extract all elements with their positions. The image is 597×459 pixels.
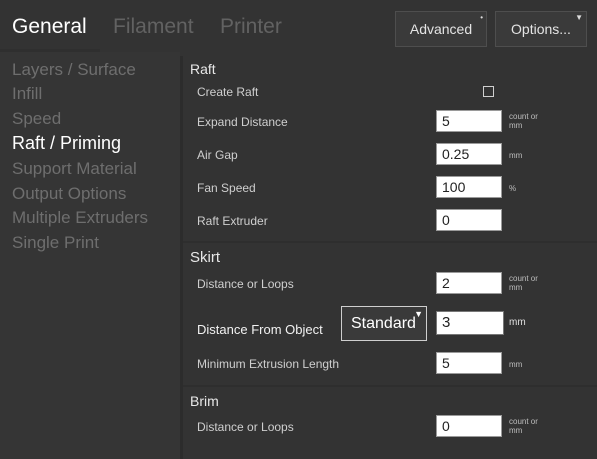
sidebar-item-infill[interactable]: Infill bbox=[12, 84, 42, 104]
distance-mode-value: Standard bbox=[351, 314, 416, 332]
brim-distance-loops-field[interactable]: 0 bbox=[436, 415, 502, 437]
expand-distance-label: Expand Distance bbox=[197, 115, 288, 129]
skirt-distance-loops-unit: count or mm bbox=[509, 274, 538, 292]
sidebar-item-raft-priming[interactable]: Raft / Priming bbox=[12, 133, 121, 154]
dropdown-indicator-icon: ▼ bbox=[575, 13, 583, 22]
section-divider-skirt bbox=[183, 241, 597, 243]
sidebar-item-output-options[interactable]: Output Options bbox=[12, 184, 126, 204]
air-gap-field[interactable]: 0.25 bbox=[436, 143, 502, 165]
min-extrusion-length-field[interactable]: 5 bbox=[436, 352, 502, 374]
fan-speed-unit: % bbox=[509, 184, 517, 193]
min-extrusion-length-label: Minimum Extrusion Length bbox=[197, 357, 340, 371]
raft-section-title: Raft bbox=[190, 61, 216, 77]
expand-distance-unit: count or mm bbox=[509, 112, 538, 130]
raft-extruder-label: Raft Extruder bbox=[197, 214, 268, 228]
brim-section-title: Brim bbox=[190, 393, 219, 409]
sidebar-divider bbox=[180, 56, 183, 459]
sidebar-item-single-print[interactable]: Single Print bbox=[12, 233, 99, 253]
advanced-button-label: Advanced bbox=[409, 21, 473, 37]
brim-distance-loops-label: Distance or Loops bbox=[197, 420, 294, 434]
raft-extruder-field[interactable]: 0 bbox=[436, 209, 502, 231]
sidebar-item-support-material[interactable]: Support Material bbox=[12, 159, 137, 179]
air-gap-unit: mm bbox=[509, 151, 523, 160]
sidebar-item-multiple-extruders[interactable]: Multiple Extruders bbox=[12, 208, 148, 228]
skirt-section-title: Skirt bbox=[190, 249, 220, 266]
chevron-down-icon: ▼ bbox=[414, 309, 423, 319]
sidebar: Layers / Surface Infill Speed Raft / Pri… bbox=[0, 52, 180, 459]
top-bar: General Filament Printer Advanced • Opti… bbox=[0, 0, 597, 52]
tab-printer[interactable]: Printer bbox=[220, 15, 282, 39]
distance-from-object-unit: mm bbox=[509, 317, 526, 328]
min-extrusion-length-unit: mm bbox=[509, 360, 523, 369]
section-divider-brim bbox=[183, 385, 597, 387]
tab-filament[interactable]: Filament bbox=[113, 15, 194, 39]
brim-distance-loops-unit: count or mm bbox=[509, 417, 538, 435]
skirt-distance-loops-field[interactable]: 2 bbox=[436, 272, 502, 294]
advanced-button[interactable]: Advanced • bbox=[395, 11, 487, 47]
options-button-label: Options... bbox=[511, 21, 571, 37]
skirt-distance-loops-label: Distance or Loops bbox=[197, 277, 294, 291]
fan-speed-field[interactable]: 100 bbox=[436, 176, 502, 198]
create-raft-label: Create Raft bbox=[197, 85, 259, 99]
distance-mode-select[interactable]: Standard ▼ bbox=[341, 306, 427, 341]
distance-from-object-label: Distance From Object bbox=[197, 322, 323, 337]
tab-general[interactable]: General bbox=[12, 15, 87, 39]
options-button[interactable]: Options... ▼ bbox=[495, 11, 587, 47]
sidebar-item-layers-surface[interactable]: Layers / Surface bbox=[12, 60, 136, 80]
sidebar-item-speed[interactable]: Speed bbox=[12, 109, 61, 129]
air-gap-label: Air Gap bbox=[197, 148, 238, 162]
corner-indicator-icon: • bbox=[480, 13, 483, 22]
create-raft-checkbox[interactable] bbox=[483, 86, 494, 97]
expand-distance-field[interactable]: 5 bbox=[436, 110, 502, 132]
fan-speed-label: Fan Speed bbox=[197, 181, 256, 195]
distance-from-object-field[interactable]: 3 bbox=[436, 311, 504, 335]
